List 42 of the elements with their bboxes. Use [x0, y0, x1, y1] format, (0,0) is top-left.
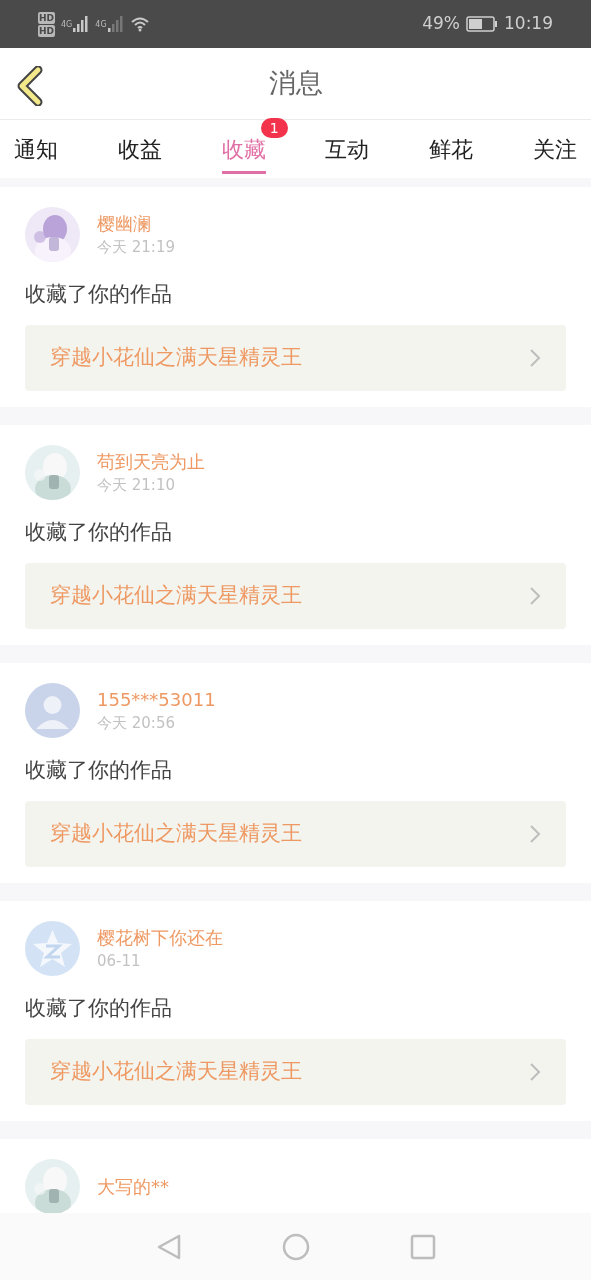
- battery-percent: 49%: [422, 12, 460, 36]
- recents-nav-button[interactable]: [409, 1233, 436, 1260]
- page-title: 消息: [268, 66, 323, 101]
- tab[interactable]: 关注: [533, 124, 577, 174]
- network-label: 4G: [61, 20, 73, 30]
- user-name[interactable]: 155***53011: [97, 687, 216, 712]
- user-name[interactable]: 樱幽澜: [97, 211, 175, 236]
- clock: 10:19: [504, 12, 553, 36]
- home-nav-button[interactable]: [281, 1232, 310, 1261]
- chevron-right-icon: [529, 586, 541, 606]
- signal-icon: [107, 16, 124, 32]
- time-label: 今天 21:19: [97, 236, 175, 258]
- action-text: 收藏了你的作品: [25, 519, 173, 546]
- tab[interactable]: 互动: [325, 124, 370, 174]
- tab[interactable]: 鲜花: [429, 124, 474, 174]
- network-label: 4G: [95, 20, 107, 30]
- user-name[interactable]: 苟到天亮为止: [97, 449, 205, 474]
- wifi-icon: [129, 16, 150, 32]
- chevron-right-icon: [529, 348, 541, 368]
- avatar-icon: [25, 921, 80, 976]
- tab[interactable]: 收益: [117, 124, 162, 174]
- action-text: 收藏了你的作品: [25, 995, 173, 1022]
- back-nav-button[interactable]: [155, 1232, 182, 1261]
- time-label: 06-11: [97, 950, 142, 972]
- work-link[interactable]: 穿越小花仙之满天星精灵王: [25, 1039, 566, 1105]
- avatar-icon: [25, 683, 80, 738]
- user-name[interactable]: 樱花树下你还在: [97, 925, 223, 950]
- battery-icon: [466, 16, 498, 32]
- sim-label: HD: [38, 24, 55, 37]
- action-text: 收藏了你的作品: [25, 757, 173, 784]
- tab[interactable]: 通知: [14, 124, 58, 174]
- sim-label: HD: [38, 11, 55, 24]
- work-link[interactable]: 穿越小花仙之满天星精灵王: [25, 563, 566, 629]
- time-label: 今天 20:56: [97, 712, 176, 734]
- signal-icon: [73, 16, 90, 32]
- work-link[interactable]: 穿越小花仙之满天星精灵王: [25, 801, 566, 867]
- work-link[interactable]: 穿越小花仙之满天星精灵王: [25, 325, 566, 391]
- user-name[interactable]: 大写的**: [97, 1174, 169, 1199]
- action-text: 收藏了你的作品: [25, 281, 173, 308]
- chevron-right-icon: [529, 1062, 541, 1082]
- chevron-right-icon: [529, 824, 541, 844]
- time-label: 今天 21:10: [97, 474, 176, 496]
